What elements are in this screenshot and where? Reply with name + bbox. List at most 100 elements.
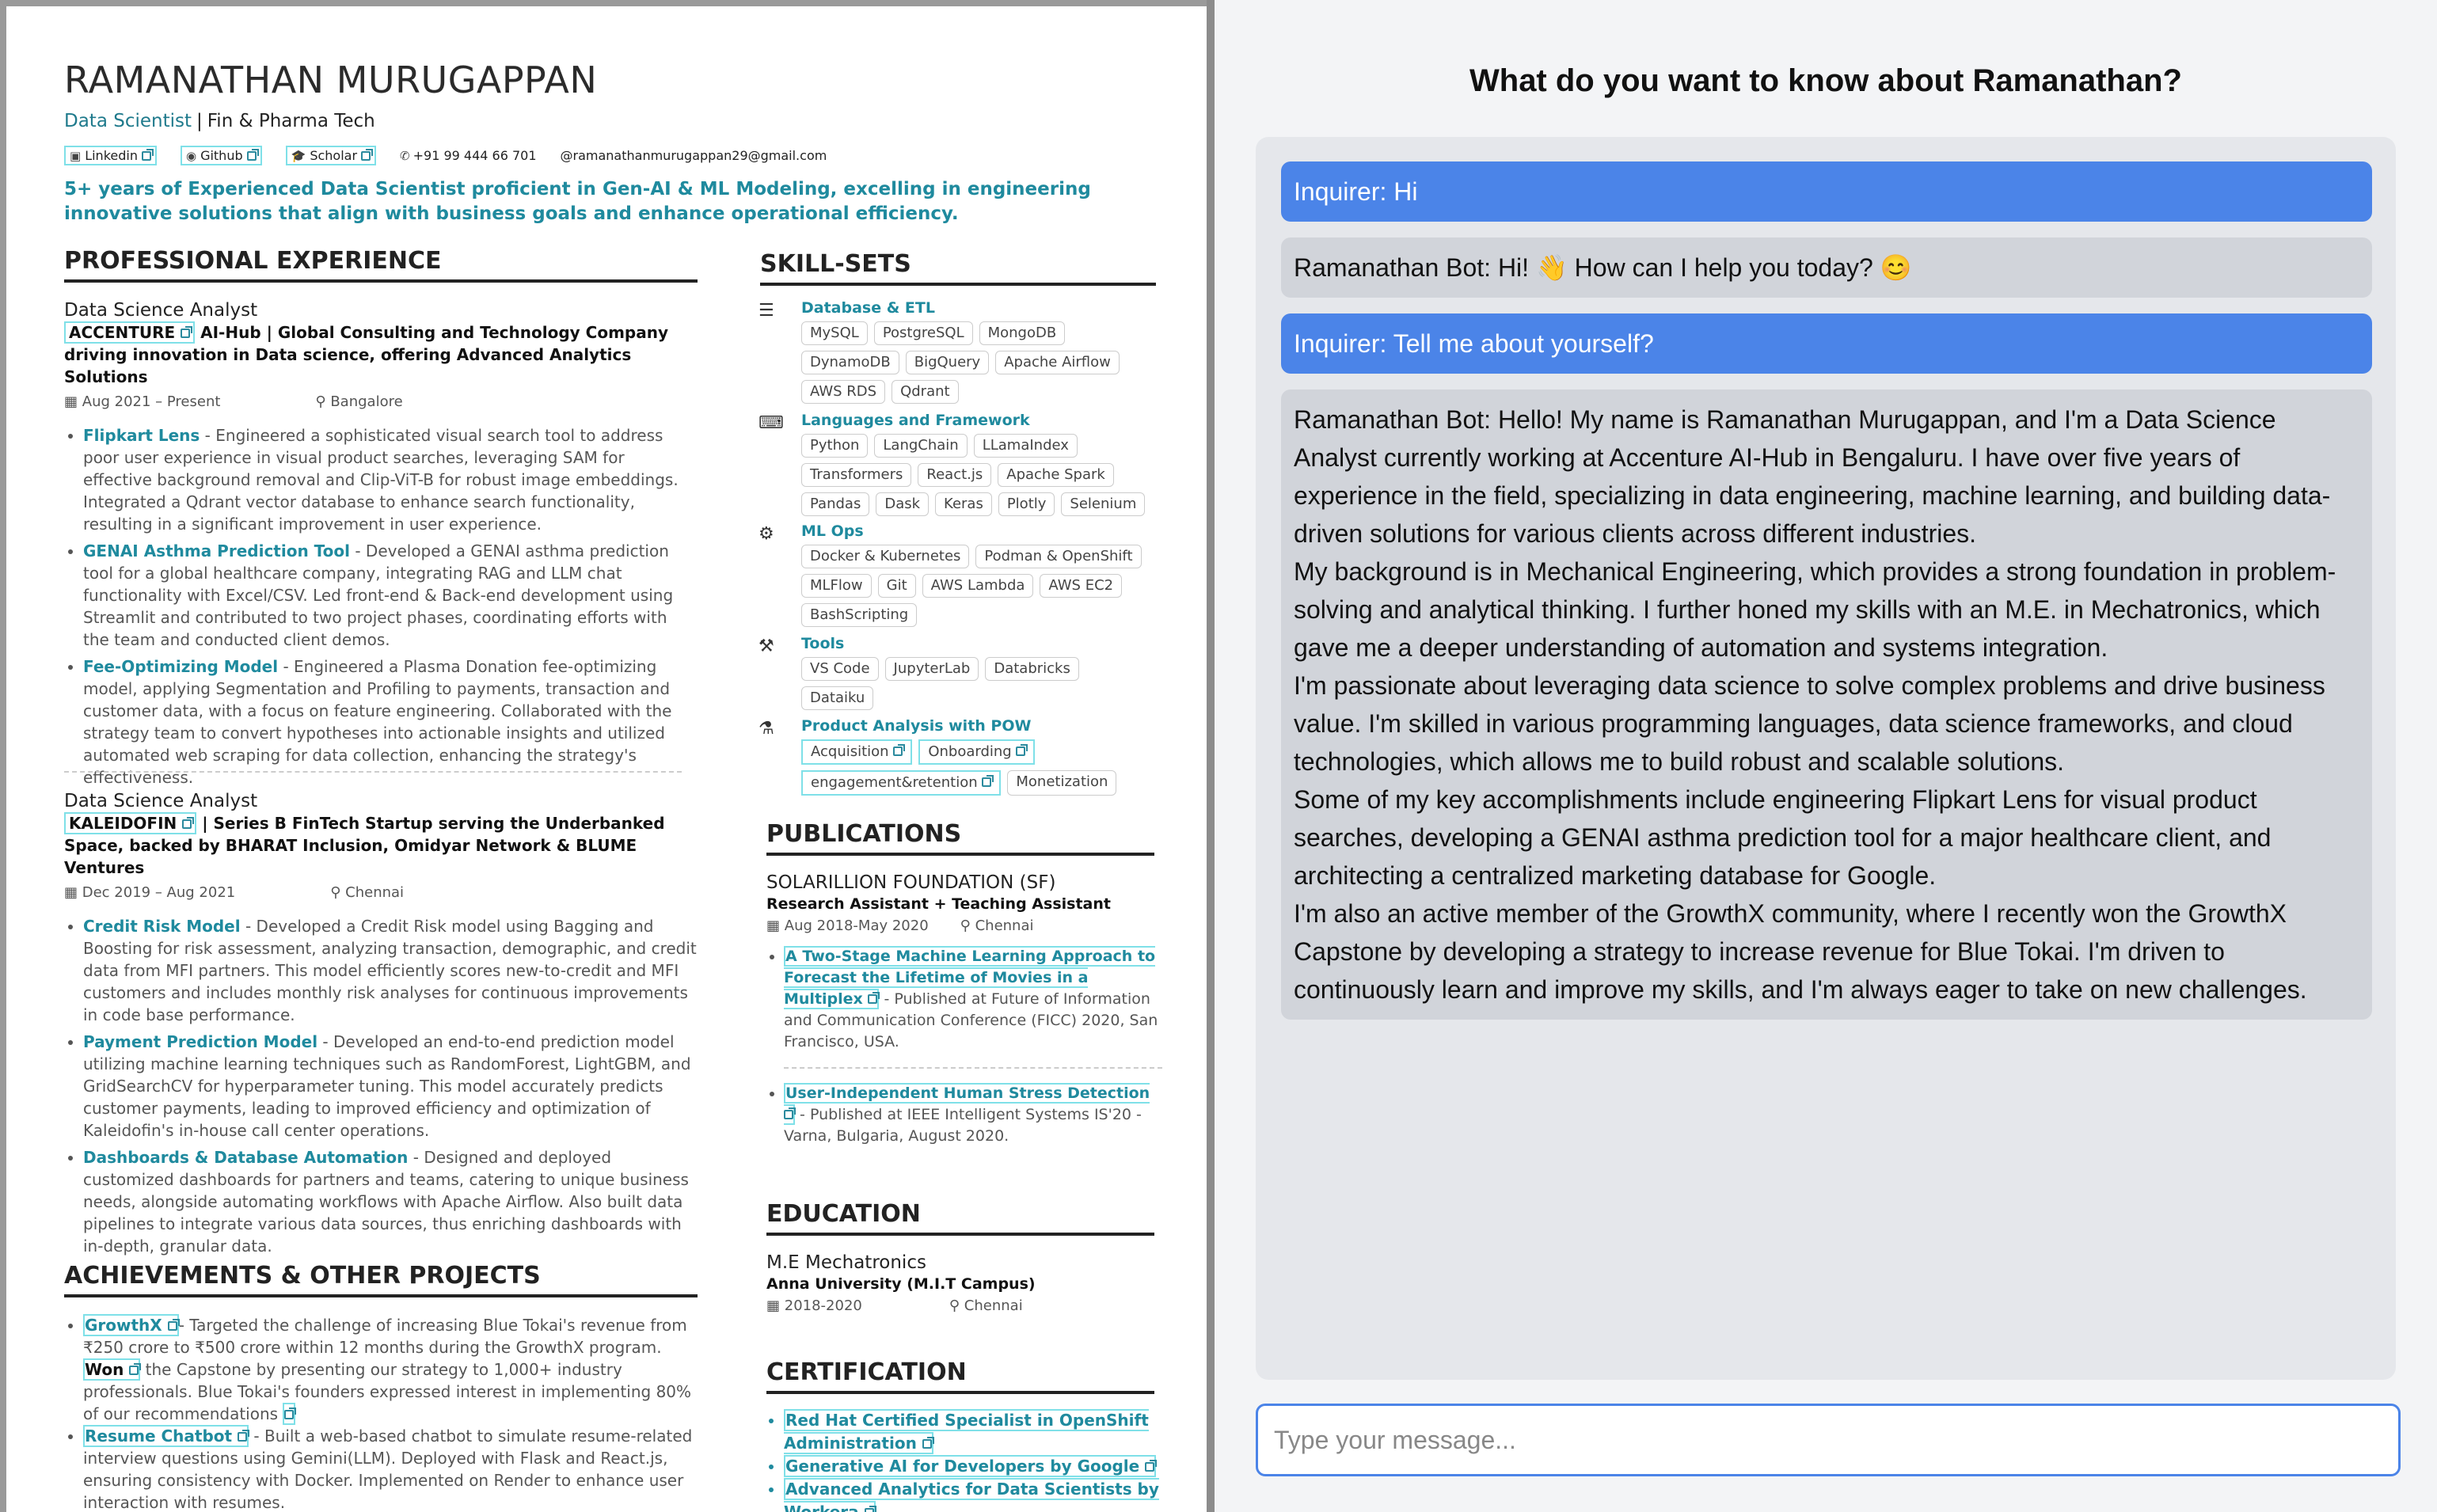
job-bullets: Credit Risk Model - Developed a Credit R… — [64, 915, 698, 1257]
skill-tag: VS Code — [801, 657, 879, 681]
linkedin-icon: ▣ — [70, 148, 82, 163]
list-item: Payment Prediction Model - Developed an … — [83, 1031, 698, 1142]
cert-link[interactable]: Advanced Analytics for Data Scientists b… — [784, 1478, 1159, 1512]
contact-bar: ▣ Linkedin ◉ Github 🎓 Scholar ✆ +91 99 4… — [64, 146, 827, 165]
skill-tag: Keras — [935, 492, 992, 516]
code-file-icon: ⌨ — [758, 413, 784, 433]
message-bot: Ramanathan Bot: Hi! 👋 How can I help you… — [1281, 237, 2372, 298]
job-meta: ▦ Dec 2019 – Aug 2021 ⚲ Chennai — [64, 882, 698, 904]
calendar-icon: ▦ — [64, 393, 78, 410]
list-item: Fee-Optimizing Model - Engineered a Plas… — [83, 655, 698, 788]
publication-block: SOLARILLION FOUNDATION (SF) Research Ass… — [766, 872, 1162, 1147]
external-link-icon — [238, 1430, 250, 1442]
external-link-icon — [864, 1506, 876, 1512]
message-user: Inquirer: Hi — [1281, 161, 2372, 222]
external-link-icon — [922, 1437, 934, 1449]
skill-tag: Apache Spark — [998, 463, 1114, 487]
skill-tag: Plotly — [998, 492, 1055, 516]
skill-tag: Git — [877, 574, 916, 598]
list-item: User-Independent Human Stress Detection … — [784, 1083, 1162, 1147]
skill-tag: Qdrant — [892, 380, 959, 404]
skill-tag: AWS RDS — [801, 380, 886, 404]
skill-group-label: Languages and Framework — [801, 412, 1030, 429]
list-item: Resume Chatbot - Built a web-based chatb… — [83, 1425, 698, 1512]
message-list[interactable]: Inquirer: Hi Ramanathan Bot: Hi! 👋 How c… — [1256, 137, 2396, 1380]
skill-tag: Transformers — [801, 463, 912, 487]
chat-input[interactable] — [1258, 1406, 2398, 1474]
skill-tag: Podman & OpenShift — [975, 545, 1142, 568]
publication-meta: ▦ Aug 2018-May 2020 ⚲ Chennai — [766, 917, 1034, 934]
external-link-icon — [284, 1408, 297, 1419]
skill-group-database: ☰ Database & ETL MySQL PostgreSQL MongoD… — [758, 299, 1164, 404]
external-link-icon — [246, 148, 259, 161]
won-link[interactable]: Won — [83, 1358, 142, 1381]
github-icon: ◉ — [185, 148, 197, 163]
resume-name: RAMANATHAN MURUGAPPAN — [64, 59, 598, 101]
skill-tag: Dask — [876, 492, 930, 516]
resume-chatbot-link[interactable]: Resume Chatbot — [83, 1425, 250, 1447]
skill-tag: DynamoDB — [801, 351, 899, 374]
message-paragraph: I'm also an active member of the GrowthX… — [1294, 899, 2307, 1004]
job-location: ⚲ Bangalore — [315, 393, 403, 410]
list-item: Flipkart Lens - Engineered a sophisticat… — [83, 424, 698, 535]
list-item: A Two-Stage Machine Learning Approach to… — [784, 946, 1162, 1069]
skill-tag: MongoDB — [979, 321, 1066, 345]
skill-group-label: Database & ETL — [801, 299, 935, 317]
cert-link[interactable]: Generative AI for Developers by Google — [784, 1455, 1158, 1477]
acquisition-link[interactable]: Acquisition — [801, 739, 913, 765]
external-link-icon — [181, 326, 193, 338]
skill-group-tools: ⚒ Tools VS Code JupyterLab Databricks Da… — [758, 635, 1164, 714]
skill-tag: Docker & Kubernetes — [801, 545, 970, 568]
divider — [64, 771, 682, 773]
scholar-link[interactable]: 🎓 Scholar — [285, 146, 377, 165]
degree: M.E Mechatronics — [766, 1252, 926, 1273]
skill-tag: JupyterLab — [884, 657, 979, 681]
location-pin-icon: ⚲ — [960, 917, 971, 934]
skill-group-label: Tools — [801, 635, 845, 652]
chat-input-box — [1256, 1404, 2401, 1476]
company-link[interactable]: KALEIDOFIN — [64, 812, 197, 834]
engagement-link[interactable]: engagement&retention — [801, 770, 1002, 796]
phone-number: +91 99 444 66 701 — [413, 148, 537, 163]
email: @ramanathanmurugappan29@gmail.com — [560, 148, 827, 163]
external-link-icon — [982, 775, 994, 787]
external-link-icon — [129, 1363, 142, 1375]
job-company: ACCENTURE AI-Hub | Global Consulting and… — [64, 321, 698, 388]
skill-tag: AWS EC2 — [1040, 574, 1123, 598]
location-pin-icon: ⚲ — [315, 393, 326, 410]
external-link-icon — [141, 148, 154, 161]
recommendations-link[interactable] — [283, 1403, 297, 1425]
external-link-icon — [167, 1319, 180, 1331]
calendar-icon: ▦ — [64, 884, 78, 901]
certification-list: Red Hat Certified Specialist in OpenShif… — [766, 1409, 1162, 1512]
external-link-icon — [1016, 744, 1028, 756]
external-link-icon — [361, 148, 374, 161]
list-item: GrowthX - Targeted the challenge of incr… — [83, 1314, 698, 1425]
skill-group-languages: ⌨ Languages and Framework Python LangCha… — [758, 412, 1164, 522]
skill-group-mlops: ⚙ ML Ops Docker & Kubernetes Podman & Op… — [758, 522, 1164, 633]
job-title: Data Science Analyst — [64, 300, 258, 321]
message-paragraph: I'm passionate about leveraging data sci… — [1294, 671, 2325, 776]
external-link-icon — [868, 992, 880, 1004]
company-link[interactable]: ACCENTURE — [64, 321, 196, 344]
calendar-icon: ▦ — [766, 917, 781, 934]
skill-tag: Dataiku — [801, 686, 874, 710]
linkedin-link[interactable]: ▣ Linkedin — [64, 146, 157, 165]
external-link-icon — [784, 1107, 796, 1119]
github-link[interactable]: ◉ Github — [180, 146, 262, 165]
job-company: KALEIDOFIN | Series B FinTech Startup se… — [64, 812, 698, 879]
flask-icon: ⚗ — [758, 719, 774, 739]
skill-tag: Apache Airflow — [995, 351, 1120, 374]
panel-divider[interactable] — [1207, 0, 1215, 1512]
growthx-link[interactable]: GrowthX — [83, 1314, 180, 1336]
job-location: ⚲ Chennai — [330, 884, 405, 901]
calendar-icon: ▦ — [766, 1297, 781, 1314]
certification-heading: CERTIFICATION — [766, 1358, 1154, 1394]
cert-link[interactable]: Red Hat Certified Specialist in OpenShif… — [784, 1409, 1149, 1454]
achievements-heading: ACHIEVEMENTS & OTHER PROJECTS — [64, 1262, 698, 1297]
list-item: Generative AI for Developers by Google — [784, 1455, 1162, 1478]
experience-heading: PROFESSIONAL EXPERIENCE — [64, 247, 698, 283]
onboarding-link[interactable]: Onboarding — [918, 739, 1036, 765]
phone: ✆ +91 99 444 66 701 — [400, 148, 536, 163]
chat-title: What do you want to know about Ramanatha… — [1469, 63, 2182, 98]
